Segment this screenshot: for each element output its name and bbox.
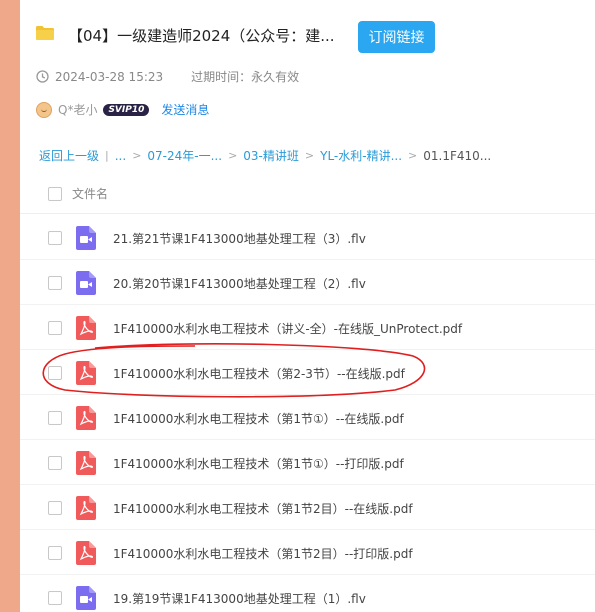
file-name[interactable]: 1F410000水利水电工程技术（第1节①）--打印版.pdf — [113, 455, 404, 472]
send-message-link[interactable]: 发送消息 — [161, 101, 209, 118]
file-name[interactable]: 19.第19节课1F413000地基处理工程（1）.flv — [113, 590, 366, 607]
pdf-file-icon — [76, 541, 96, 565]
breadcrumb-back[interactable]: 返回上一级 — [39, 147, 99, 164]
breadcrumb: 返回上一级 | ... > 07-24年-一... > 03-精讲班 > YL-… — [39, 147, 491, 164]
row-checkbox[interactable] — [48, 231, 62, 245]
pdf-file-icon — [76, 451, 96, 475]
pdf-file-icon — [76, 406, 96, 430]
share-meta: 2024-03-28 15:23 过期时间：永久有效 — [36, 68, 299, 85]
row-checkbox[interactable] — [48, 591, 62, 605]
username: Q*老小 — [58, 103, 98, 117]
pdf-file-icon — [76, 316, 96, 340]
breadcrumb-item[interactable]: 07-24年-一... — [147, 147, 222, 164]
row-checkbox[interactable] — [48, 411, 62, 425]
select-all-checkbox[interactable] — [48, 187, 62, 201]
row-checkbox[interactable] — [48, 501, 62, 515]
subscribe-button[interactable]: 订阅链接 — [358, 21, 435, 53]
file-row[interactable]: 21.第21节课1F413000地基处理工程（3）.flv — [20, 215, 595, 260]
row-checkbox[interactable] — [48, 546, 62, 560]
file-row[interactable]: 1F410000水利水电工程技术（讲义-全）-在线版_UnProtect.pdf — [20, 305, 595, 350]
avatar[interactable] — [36, 101, 52, 118]
svip-badge: SVIP10 — [103, 103, 150, 116]
file-name[interactable]: 20.第20节课1F413000地基处理工程（2）.flv — [113, 275, 366, 292]
video-file-icon — [76, 226, 96, 250]
file-row[interactable]: 20.第20节课1F413000地基处理工程（2）.flv — [20, 260, 595, 305]
file-row[interactable]: 1F410000水利水电工程技术（第1节2目）--在线版.pdf — [20, 485, 595, 530]
file-name[interactable]: 1F410000水利水电工程技术（第1节2目）--在线版.pdf — [113, 500, 413, 517]
file-name[interactable]: 1F410000水利水电工程技术（第1节2目）--打印版.pdf — [113, 545, 413, 562]
video-file-icon — [76, 586, 96, 610]
file-row[interactable]: 19.第19节课1F413000地基处理工程（1）.flv — [20, 575, 595, 612]
file-row[interactable]: 1F410000水利水电工程技术（第2-3节）--在线版.pdf — [20, 350, 595, 395]
file-list: 21.第21节课1F413000地基处理工程（3）.flv 20.第20节课1F4… — [20, 215, 595, 612]
breadcrumb-ellipsis[interactable]: ... — [115, 149, 126, 163]
breadcrumb-current: 01.1F410... — [423, 148, 492, 163]
breadcrumb-item[interactable]: 03-精讲班 — [243, 147, 299, 164]
share-header: 【04】一级建造师2024（公众号：建... 订阅链接 2024-03-28 1… — [20, 0, 595, 140]
share-title: 【04】一级建造师2024（公众号：建... — [68, 27, 335, 45]
breadcrumb-arrow: > — [304, 149, 315, 162]
breadcrumb-arrow: > — [132, 149, 142, 162]
pdf-file-icon — [76, 361, 96, 385]
breadcrumb-item[interactable]: YL-水利-精讲... — [320, 147, 402, 164]
breadcrumb-arrow: > — [228, 149, 238, 162]
row-checkbox[interactable] — [48, 321, 62, 335]
breadcrumb-arrow: > — [408, 149, 418, 162]
file-row[interactable]: 1F410000水利水电工程技术（第1节①）--在线版.pdf — [20, 395, 595, 440]
file-row[interactable]: 1F410000水利水电工程技术（第1节①）--打印版.pdf — [20, 440, 595, 485]
clock-icon — [36, 70, 49, 83]
folder-icon — [36, 26, 54, 40]
row-checkbox[interactable] — [48, 276, 62, 290]
file-name[interactable]: 1F410000水利水电工程技术（讲义-全）-在线版_UnProtect.pdf — [113, 320, 462, 337]
sharer-info: Q*老小 SVIP10 发送消息 — [36, 101, 209, 118]
row-checkbox[interactable] — [48, 456, 62, 470]
share-panel: 【04】一级建造师2024（公众号：建... 订阅链接 2024-03-28 1… — [20, 0, 595, 612]
share-date: 2024-03-28 15:23 — [55, 69, 164, 84]
file-name[interactable]: 21.第21节课1F413000地基处理工程（3）.flv — [113, 230, 366, 247]
breadcrumb-divider: | — [105, 149, 109, 162]
column-filename: 文件名 — [72, 187, 109, 201]
expire-text: 过期时间：永久有效 — [191, 70, 300, 84]
video-file-icon — [76, 271, 96, 295]
pdf-file-icon — [76, 496, 96, 520]
file-table-header: 文件名 — [20, 172, 595, 214]
row-checkbox[interactable] — [48, 366, 62, 380]
file-name[interactable]: 1F410000水利水电工程技术（第1节①）--在线版.pdf — [113, 410, 404, 427]
file-name[interactable]: 1F410000水利水电工程技术（第2-3节）--在线版.pdf — [113, 365, 405, 382]
file-row[interactable]: 1F410000水利水电工程技术（第1节2目）--打印版.pdf — [20, 530, 595, 575]
